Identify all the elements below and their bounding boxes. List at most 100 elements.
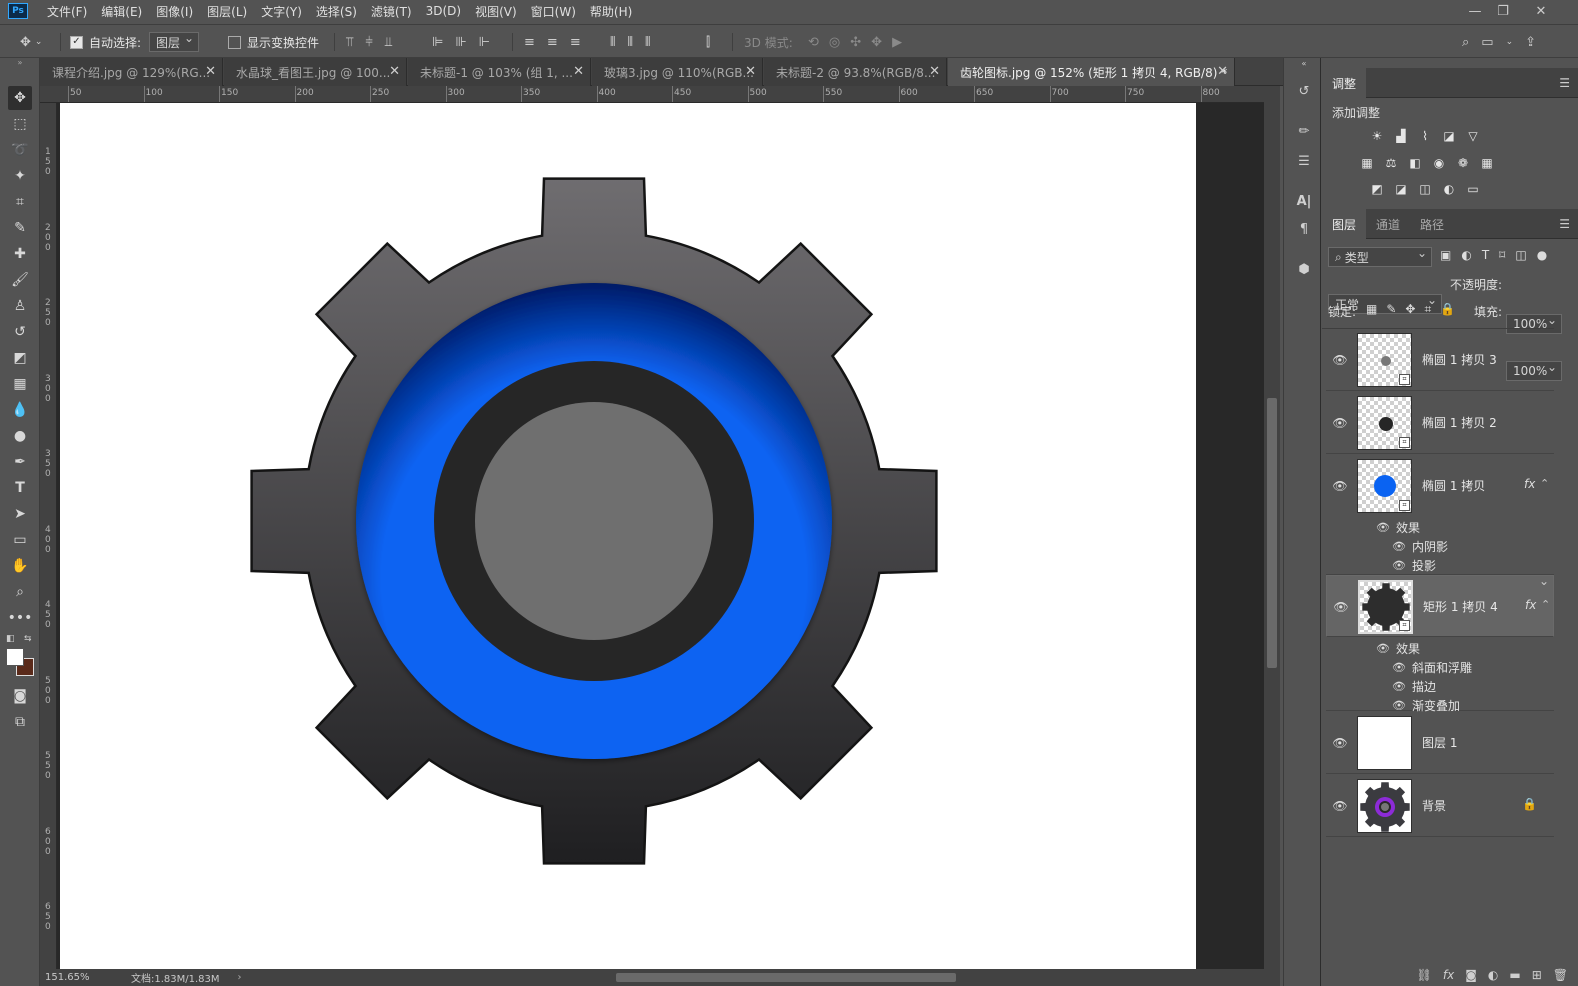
filter-smart-object-icon[interactable]: ◫	[1515, 248, 1526, 262]
new-adjustment-icon[interactable]: ◐	[1488, 968, 1498, 982]
lock-all-icon[interactable]: 🔒	[1440, 302, 1455, 317]
tab-layers[interactable]: 图层	[1322, 209, 1367, 239]
align-bottom-icon[interactable]: ⫫	[385, 35, 392, 50]
tab-paths[interactable]: 路径	[1410, 209, 1454, 239]
hue-saturation-icon[interactable]: ▦	[1358, 155, 1376, 171]
default-colors-icon[interactable]: ◧	[6, 634, 15, 644]
quick-mask-icon[interactable]: ◙	[8, 684, 32, 708]
layer-row[interactable]: 👁 ⌗ 椭圆 1 拷贝 2	[1326, 392, 1554, 454]
color-balance-icon[interactable]: ⚖	[1382, 155, 1400, 171]
brightness-icon[interactable]: ☀	[1368, 128, 1386, 144]
move-tool-preset[interactable]: ✥ ⌄	[20, 25, 42, 59]
layer-name[interactable]: 矩形 1 拷贝 4	[1423, 598, 1498, 615]
menu-image[interactable]: 图像(I)	[149, 3, 200, 20]
type-tool-icon[interactable]: T	[8, 476, 32, 500]
move-tool-icon[interactable]: ✥	[8, 86, 32, 110]
align-left-icon[interactable]: ⊫	[432, 35, 443, 50]
auto-select-checkbox[interactable]: ✓	[70, 35, 83, 49]
visibility-eye-icon[interactable]: 👁	[1332, 735, 1348, 751]
vertical-scrollbar[interactable]	[1264, 86, 1280, 969]
maximize-button[interactable]: ❐	[1488, 0, 1518, 22]
character-panel-icon[interactable]: A|	[1293, 190, 1315, 212]
menu-window[interactable]: 窗口(W)	[524, 3, 583, 20]
canvas-area[interactable]	[57, 103, 1264, 969]
lock-transparent-icon[interactable]: ▦	[1366, 302, 1377, 317]
levels-icon[interactable]: ▟	[1392, 128, 1410, 144]
menu-3d[interactable]: 3D(D)	[419, 4, 468, 18]
magic-wand-tool-icon[interactable]: ✦	[8, 164, 32, 188]
new-layer-icon[interactable]: ⊞	[1532, 968, 1542, 982]
lock-position-icon[interactable]: ✥	[1405, 302, 1415, 317]
exposure-icon[interactable]: ◪	[1440, 128, 1458, 144]
visibility-eye-icon[interactable]: 👁	[1332, 415, 1348, 431]
layer-row[interactable]: 👁 ⌗ 椭圆 1 拷贝 3	[1326, 329, 1554, 391]
blur-tool-icon[interactable]: 💧	[8, 398, 32, 422]
orbit-3d-icon[interactable]: ⟲	[808, 35, 819, 50]
effects-group[interactable]: 👁 效果	[1376, 639, 1420, 658]
menu-help[interactable]: 帮助(H)	[583, 3, 639, 20]
visibility-eye-icon[interactable]: 👁	[1392, 680, 1406, 693]
horizontal-scroll-thumb[interactable]	[616, 973, 956, 982]
collapse-toolbar-icon[interactable]: »	[8, 58, 32, 67]
align-top-icon[interactable]: ⫪	[346, 35, 353, 50]
invert-icon[interactable]: ◩	[1368, 181, 1386, 197]
auto-align-icon[interactable]: ⫿	[706, 35, 710, 50]
share-icon[interactable]: ⇪	[1525, 35, 1536, 50]
layer-name[interactable]: 椭圆 1 拷贝 3	[1422, 351, 1497, 368]
crop-tool-icon[interactable]: ⌗	[8, 190, 32, 214]
tab-adjustments[interactable]: 调整	[1322, 68, 1367, 98]
brush-tool-icon[interactable]: 🖌	[8, 268, 32, 292]
properties-icon[interactable]: ☰	[1293, 150, 1315, 172]
auto-select-target-dropdown[interactable]: 图层	[149, 31, 200, 52]
show-transform-checkbox[interactable]	[228, 35, 241, 49]
visibility-eye-icon[interactable]: 👁	[1392, 699, 1406, 712]
rectangle-tool-icon[interactable]: ▭	[8, 528, 32, 552]
link-layers-icon[interactable]: ⛓	[1417, 968, 1432, 982]
tab-crystal-ball[interactable]: 水晶球_看图王.jpg @ 100... ✕	[224, 58, 407, 86]
close-window-button[interactable]: ✕	[1526, 0, 1556, 22]
black-white-icon[interactable]: ◧	[1406, 155, 1424, 171]
hand-tool-icon[interactable]: ✋	[8, 554, 32, 578]
close-icon[interactable]: ✕	[573, 64, 584, 79]
color-lookup-icon[interactable]: ▦	[1478, 155, 1496, 171]
effect-item[interactable]: 👁 投影	[1392, 556, 1436, 575]
effect-item[interactable]: 👁 内阴影	[1392, 537, 1448, 556]
chevron-up-icon[interactable]: ⌃	[1540, 477, 1549, 490]
distribute-hcenter-icon[interactable]: ⫴	[627, 35, 632, 50]
minimize-button[interactable]: —	[1460, 0, 1490, 22]
filter-pixel-icon[interactable]: ▣	[1440, 248, 1451, 262]
layer-row-selected[interactable]: 👁 ⌗ 矩形 1 拷贝 4 fx ⌃	[1326, 574, 1554, 637]
threshold-icon[interactable]: ◫	[1416, 181, 1434, 197]
tab-gear-icon[interactable]: 齿轮图标.jpg @ 152% (矩形 1 拷贝 4, RGB/8) * ✕	[948, 58, 1235, 86]
vibrance-icon[interactable]: ▽	[1464, 128, 1482, 144]
menu-file[interactable]: 文件(F)	[40, 3, 94, 20]
swap-colors-icon[interactable]: ⇆	[24, 634, 32, 644]
tab-course-intro[interactable]: 课程介绍.jpg @ 129%(RG... ✕	[40, 58, 223, 86]
distribute-bottom-icon[interactable]: ≡	[570, 35, 581, 50]
tab-channels[interactable]: 通道	[1366, 209, 1410, 239]
visibility-eye-icon[interactable]: 👁	[1392, 661, 1406, 674]
photo-filter-icon[interactable]: ◉	[1430, 155, 1448, 171]
layer-name[interactable]: 背景	[1422, 797, 1446, 814]
layer-row[interactable]: 👁 图层 1	[1326, 712, 1554, 774]
roll-3d-icon[interactable]: ◎	[829, 35, 840, 50]
close-icon[interactable]: ✕	[745, 64, 756, 79]
filter-shape-icon[interactable]: ⌑	[1499, 248, 1505, 262]
visibility-eye-icon[interactable]: 👁	[1376, 521, 1390, 534]
clone-stamp-tool-icon[interactable]: ♙	[8, 294, 32, 318]
align-hcenter-icon[interactable]: ⊪	[455, 35, 466, 50]
filter-toggle-icon[interactable]: ●	[1537, 248, 1547, 262]
close-icon[interactable]: ✕	[929, 64, 940, 79]
pen-tool-icon[interactable]: ✒	[8, 450, 32, 474]
lock-pixels-icon[interactable]: ✎	[1386, 302, 1396, 317]
lock-icon[interactable]: 🔒	[1522, 797, 1537, 811]
eyedropper-tool-icon[interactable]: ✎	[8, 216, 32, 240]
filter-adjustment-icon[interactable]: ◐	[1461, 248, 1471, 262]
vertical-scroll-thumb[interactable]	[1267, 398, 1277, 668]
selective-color-icon[interactable]: ◐	[1440, 181, 1458, 197]
search-icon[interactable]: ⌕	[1462, 35, 1469, 50]
align-vcenter-icon[interactable]: ⫩	[365, 35, 372, 50]
gradient-map-icon[interactable]: ▭	[1464, 181, 1482, 197]
menu-filter[interactable]: 滤镜(T)	[364, 3, 419, 20]
lasso-tool-icon[interactable]: ➰	[8, 138, 32, 162]
